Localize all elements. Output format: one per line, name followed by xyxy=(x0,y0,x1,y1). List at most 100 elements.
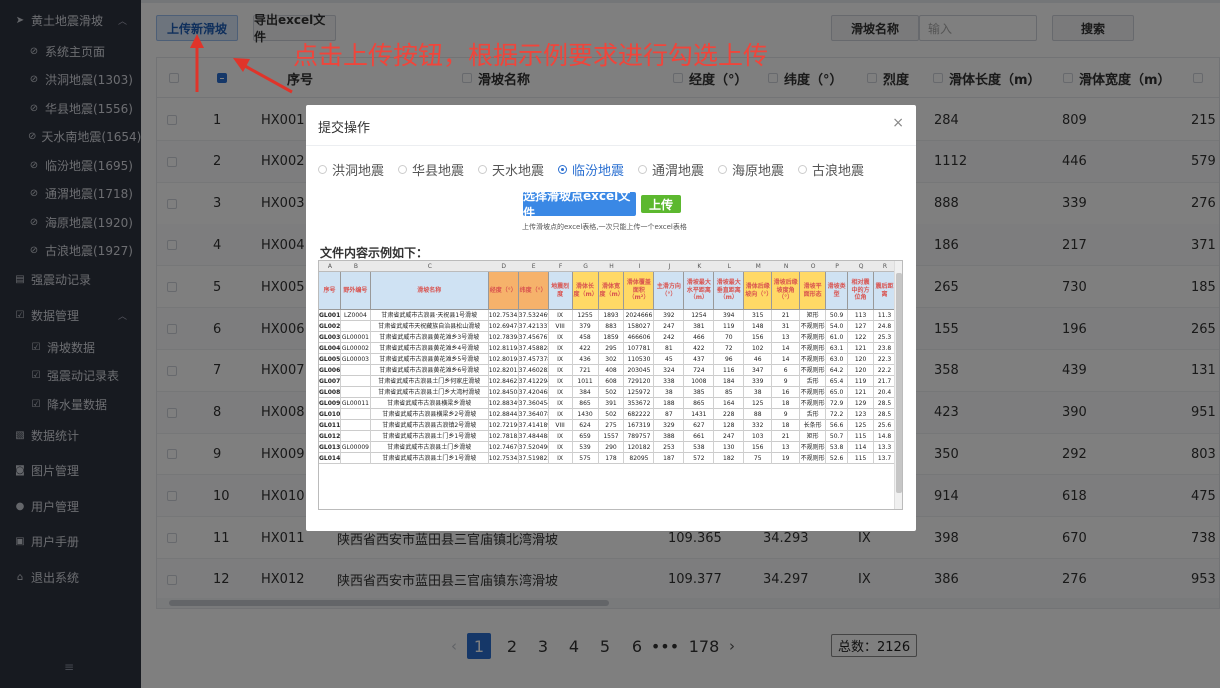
sheet-cell: 1254 xyxy=(684,310,715,321)
sheet-col-letter: P xyxy=(835,263,839,270)
sheet-cell xyxy=(341,453,371,464)
close-icon[interactable]: × xyxy=(892,115,904,131)
sheet-cell: 82095 xyxy=(624,453,655,464)
sheet-cell: 31 xyxy=(772,321,801,332)
sheet-row: GL012 甘肃省武威市古浪县土门乡1号滑坡102.78183537.484488… xyxy=(319,431,902,442)
radio-dot[interactable] xyxy=(638,165,647,174)
instruction-callout: 点击上传按钮，根据示例要求进行勾选上传 xyxy=(293,41,769,70)
sheet-cell: 不规则形 xyxy=(800,321,827,332)
sheet-cell: 394 xyxy=(714,310,745,321)
sheet-cell: 11.3 xyxy=(874,310,896,321)
upload-button[interactable]: 上传 xyxy=(641,195,681,213)
sheet-col-letter: E xyxy=(531,263,536,270)
sheet-cell: 37.421337 xyxy=(518,321,549,332)
sheet-cell: 甘肃省武威市古浪县黄花滩乡6号滑坡 xyxy=(371,365,489,376)
sheet-cell: 682222 xyxy=(624,409,655,420)
sheet-cell: 37.456767 xyxy=(518,332,549,343)
radio-dot[interactable] xyxy=(558,165,567,174)
sheet-cell: 721 xyxy=(573,365,599,376)
sheet-col-letter: M xyxy=(755,263,761,270)
sheet-cell: GL010 xyxy=(319,409,341,420)
radio-label: 临汾地震 xyxy=(572,164,625,179)
sheet-scrollbar[interactable] xyxy=(894,261,902,509)
sheet-col-letter: K xyxy=(697,263,702,270)
sheet-cell: 72 xyxy=(714,343,745,354)
sheet-cell: 1255 xyxy=(573,310,599,321)
sheet-cell: 1430 xyxy=(573,409,599,420)
radio-dot[interactable] xyxy=(398,165,407,174)
sheet-cell: 甘肃省武威市古浪县横梁乡2号滑坡 xyxy=(371,409,489,420)
select-excel-button[interactable]: 选择滑坡点excel文件 xyxy=(523,189,636,220)
sheet-cell: 长条形 xyxy=(800,420,827,431)
sheet-cell: 102.753454 xyxy=(488,310,519,321)
radio-option[interactable]: 海原地震 xyxy=(718,160,784,179)
sheet-cell: 舌形 xyxy=(800,376,827,387)
sheet-cell: 9 xyxy=(772,409,801,420)
sheet-cell: GL014 xyxy=(319,453,341,464)
sheet-col-letter: G xyxy=(583,263,588,270)
sheet-cell: 102.783944 xyxy=(488,332,519,343)
sheet-cell: 21.7 xyxy=(874,376,896,387)
dialog-divider xyxy=(306,145,916,146)
sheet-cell: 228 xyxy=(714,409,745,420)
sheet-col-letter: J xyxy=(668,263,671,270)
sheet-cell: 539 xyxy=(573,442,599,453)
sheet-cell: 379 xyxy=(573,321,599,332)
radio-dot[interactable] xyxy=(718,165,727,174)
sheet-cell: 116 xyxy=(714,365,745,376)
sheet-row: GL005GL00003甘肃省武威市古浪县黄花滩乡5号滑坡102.8019423… xyxy=(319,354,902,365)
sheet-cell: GL006 xyxy=(319,365,341,376)
radio-option[interactable]: 天水地震 xyxy=(478,160,544,179)
sheet-cell: 37.460282 xyxy=(518,365,549,376)
radio-dot[interactable] xyxy=(798,165,807,174)
sheet-row: GL003GL00001甘肃省武威市古浪县黄花滩乡3号滑坡102.7839443… xyxy=(319,332,902,343)
sheet-cell: 1008 xyxy=(684,376,715,387)
sheet-cell: 1893 xyxy=(599,310,625,321)
sheet-cell: 466606 xyxy=(624,332,655,343)
sheet-cell: 37.420468 xyxy=(518,387,549,398)
sheet-cell: 102.883491 xyxy=(488,398,519,409)
radio-option[interactable]: 临汾地震 xyxy=(558,160,624,179)
radio-option[interactable]: 洪洞地震 xyxy=(318,160,384,179)
sheet-cell: 315 xyxy=(744,310,773,321)
sheet-cell: 295 xyxy=(599,343,625,354)
sheet-col-letter: H xyxy=(609,263,614,270)
sheet-cell: 81 xyxy=(654,343,685,354)
sheet-cell: GL008 xyxy=(319,387,341,398)
sheet-header-cell: 滑体后缘坡向（°） xyxy=(744,272,773,310)
sheet-cell: 275 xyxy=(599,420,625,431)
sheet-col-letter: C xyxy=(427,263,432,270)
sheet-cell: 矩形 xyxy=(800,431,827,442)
sheet-cell: 50.7 xyxy=(826,431,849,442)
radio-option[interactable]: 通渭地震 xyxy=(638,160,704,179)
app-root: ➤ 黄土地震滑坡 ︿ ⊘系统主页面⊘洪洞地震(1303)⊘华县地震(1556)⊘… xyxy=(0,0,1220,688)
sheet-row: GL011 甘肃省武威市古浪县古浪镇2号滑坡102.72196737.414189… xyxy=(319,420,902,431)
sheet-cell: 37.412294 xyxy=(518,376,549,387)
sheet-cell: 28.5 xyxy=(874,398,896,409)
radio-option[interactable]: 古浪地震 xyxy=(798,160,864,179)
sheet-cell: 63.0 xyxy=(826,354,849,365)
radio-dot[interactable] xyxy=(318,165,327,174)
sheet-cell: 130 xyxy=(714,442,745,453)
sheet-row: GL014 甘肃省武威市古浪县土门乡1号滑坡102.75342437.519823… xyxy=(319,453,902,464)
sheet-cell: 63.1 xyxy=(826,343,849,354)
sheet-cell: 129 xyxy=(848,398,875,409)
sheet-cell: IX xyxy=(549,365,573,376)
sheet-cell: 353672 xyxy=(624,398,655,409)
sheet-cell: 72.2 xyxy=(826,409,849,420)
sheet-col-letter: L xyxy=(727,263,731,270)
radio-dot[interactable] xyxy=(478,165,487,174)
sheet-cell xyxy=(341,420,371,431)
sheet-cell: GL007 xyxy=(319,376,341,387)
sheet-cell: 572 xyxy=(684,453,715,464)
sheet-cell: 9 xyxy=(772,376,801,387)
example-title: 文件内容示例如下： xyxy=(320,246,429,260)
sheet-cell: 甘肃省武威市古浪县黄花滩乡5号滑坡 xyxy=(371,354,489,365)
sheet-cell: 甘肃省武威市天祝藏族自治县松山滑坡 xyxy=(371,321,489,332)
radio-option[interactable]: 华县地震 xyxy=(398,160,464,179)
sheet-cell: 332 xyxy=(744,420,773,431)
sheet-cell: 37.414189 xyxy=(518,420,549,431)
sheet-cell: 不规则形 xyxy=(800,332,827,343)
sheet-cell: 25.6 xyxy=(874,420,896,431)
sheet-cell: GL011 xyxy=(319,420,341,431)
